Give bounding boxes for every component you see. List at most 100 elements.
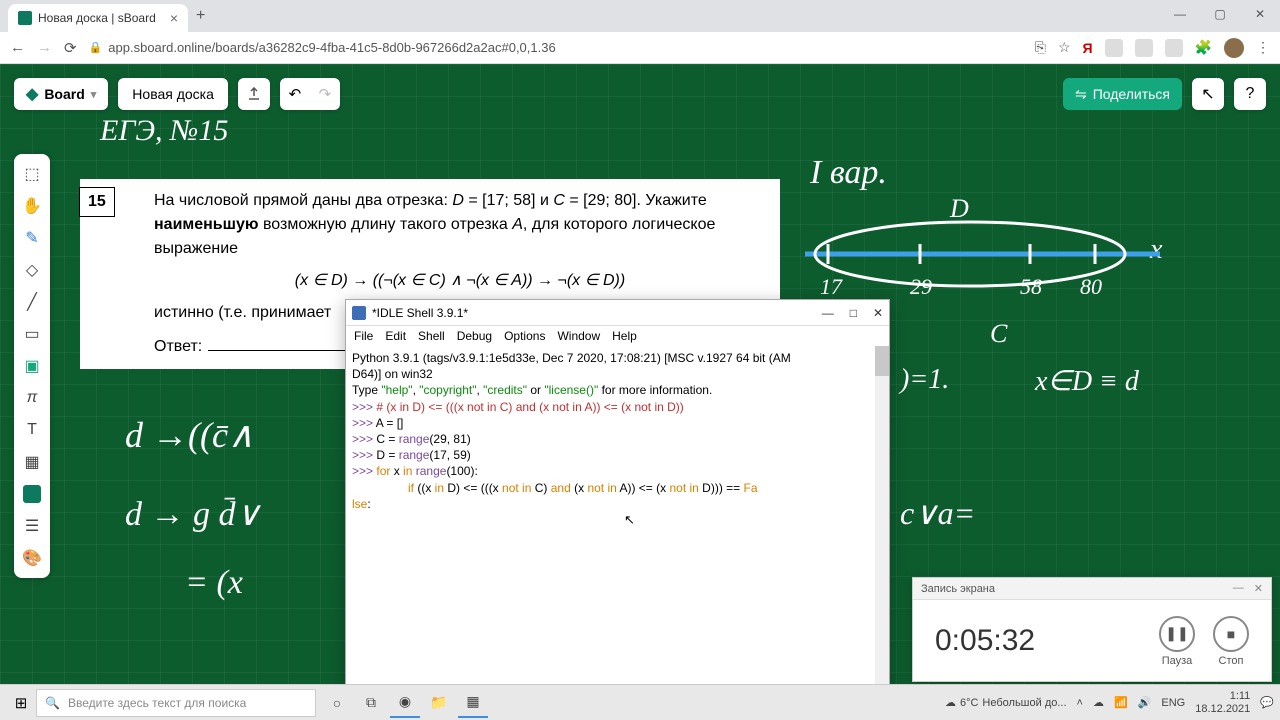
math-tool[interactable]: π [18, 384, 46, 412]
idle-close-icon[interactable]: ✕ [873, 306, 883, 320]
upload-icon [247, 87, 261, 101]
idle-minimize-icon[interactable]: — [822, 306, 834, 320]
l9l: D))) == [699, 481, 744, 495]
stop-button[interactable]: ■ [1213, 616, 1249, 652]
url-text: app.sboard.online/boards/a36282c9-4fba-4… [108, 40, 555, 55]
idle-menubar: File Edit Shell Debug Options Window Hel… [346, 326, 889, 346]
tray-network-icon[interactable]: 📶 [1114, 696, 1128, 709]
new-tab-button[interactable]: + [196, 7, 205, 25]
tab-favicon [18, 11, 32, 25]
share-label: Поделиться [1093, 86, 1170, 102]
upload-button[interactable] [238, 78, 270, 110]
search-icon: 🔍 [45, 696, 60, 710]
url-bar[interactable]: 🔒 app.sboard.online/boards/a36282c9-4fba… [89, 40, 1023, 55]
logo-icon: ◆ [26, 84, 38, 104]
idle-window[interactable]: *IDLE Shell 3.9.1* — □ ✕ File Edit Shell… [345, 299, 890, 694]
idle-maximize-icon[interactable]: □ [850, 306, 857, 320]
idle-output[interactable]: Python 3.9.1 (tags/v3.9.1:1e5d33e, Dec 7… [346, 346, 889, 694]
idle-scrollbar[interactable] [875, 346, 889, 694]
puzzle-icon[interactable]: 🧩 [1195, 39, 1212, 56]
window-minimize-icon[interactable]: — [1160, 0, 1200, 28]
recorder-titlebar[interactable]: Запись экрана — ✕ [913, 578, 1271, 600]
menu-help[interactable]: Help [612, 329, 637, 343]
pause-button[interactable]: ❚❚ [1159, 616, 1195, 652]
app-explorer-icon[interactable]: 📁 [424, 688, 454, 718]
start-button[interactable]: ⊞ [6, 688, 36, 718]
menu-shell[interactable]: Shell [418, 329, 445, 343]
redo-button[interactable]: ↷ [310, 78, 340, 110]
cortana-icon[interactable]: ○ [322, 688, 352, 718]
image-tool[interactable]: ▦ [18, 448, 46, 476]
nav-forward-icon[interactable]: → [37, 39, 52, 56]
color-tool[interactable] [23, 485, 41, 503]
nav-back-icon[interactable]: ← [10, 39, 25, 56]
tray-lang[interactable]: ENG [1161, 697, 1185, 709]
bookmark-icon[interactable]: ☆ [1058, 39, 1071, 56]
app-idle-icon[interactable]: ▦ [458, 688, 488, 718]
tray-clock[interactable]: 1:11 18.12.2021 [1195, 690, 1250, 714]
menu-options[interactable]: Options [504, 329, 545, 343]
share-button[interactable]: ⇋ Поделиться [1063, 78, 1182, 110]
menu-file[interactable]: File [354, 329, 373, 343]
tray-notifications-icon[interactable]: 💬 [1260, 696, 1274, 709]
board-name[interactable]: Новая доска [118, 78, 228, 110]
tab-close-icon[interactable]: × [170, 10, 178, 26]
line-tool[interactable]: ╱ [18, 288, 46, 316]
taskbar-search[interactable]: 🔍 Введите здесь текст для поиска [36, 689, 316, 717]
tray-onedrive-icon[interactable]: ☁ [1093, 696, 1104, 709]
menu-debug[interactable]: Debug [457, 329, 492, 343]
ext-2-icon[interactable] [1135, 39, 1153, 57]
tray-volume-icon[interactable]: 🔊 [1138, 696, 1152, 709]
l3i: for more information. [598, 383, 712, 397]
lines-tool[interactable]: ☰ [18, 512, 46, 540]
hand-tool[interactable]: ✋ [18, 192, 46, 220]
pointer-button[interactable]: ↖ [1192, 78, 1224, 110]
palette-tool[interactable]: 🎨 [18, 544, 46, 572]
l9c: in [435, 481, 444, 495]
undo-button[interactable]: ↶ [280, 78, 310, 110]
hw-line4: c∨a= [900, 494, 975, 532]
translate-icon[interactable]: ⎘ [1035, 39, 1046, 56]
menu-icon[interactable]: ⋮ [1256, 39, 1270, 56]
answer-line [208, 350, 348, 351]
yandex-icon[interactable]: Я [1083, 40, 1093, 56]
ext-3-icon[interactable] [1165, 39, 1183, 57]
idle-titlebar[interactable]: *IDLE Shell 3.9.1* — □ ✕ [346, 300, 889, 326]
select-tool[interactable]: ⬚ [18, 160, 46, 188]
p6: >>> [352, 432, 376, 446]
idle-app-icon [352, 306, 366, 320]
window-maximize-icon[interactable]: ▢ [1200, 0, 1240, 28]
profile-avatar[interactable] [1224, 38, 1244, 58]
menu-window[interactable]: Window [557, 329, 600, 343]
help-button[interactable]: ? [1234, 78, 1266, 110]
weather-desc: Небольшой до... [982, 697, 1066, 709]
nav-reload-icon[interactable]: ⟳ [64, 39, 77, 57]
hw-var: I вар. [810, 154, 887, 192]
pen-tool[interactable]: ✎ [18, 224, 46, 252]
l9i: not in [587, 481, 616, 495]
recorder-title: Запись экрана [921, 583, 995, 595]
weather-widget[interactable]: ☁ 6°C Небольшой до... [945, 696, 1067, 709]
app-chrome-icon[interactable]: ◉ [390, 688, 420, 718]
l9e: not in [502, 481, 531, 495]
l8b: x [390, 464, 403, 478]
screen-recorder[interactable]: Запись экрана —✕ 0:05:32 ❚❚ Пауза ■ Стоп [912, 577, 1272, 682]
menu-edit[interactable]: Edit [385, 329, 406, 343]
stop-label: Стоп [1219, 655, 1244, 667]
app-logo[interactable]: ◆ Board ▾ [14, 78, 108, 110]
browser-tab[interactable]: Новая доска | sBoard × [8, 4, 188, 32]
ext-1-icon[interactable] [1105, 39, 1123, 57]
tray-chevron-icon[interactable]: ˄ [1077, 697, 1083, 709]
text-tool[interactable]: T [18, 416, 46, 444]
recorder-close-icon[interactable]: ✕ [1254, 582, 1263, 595]
l10b: : [367, 497, 370, 511]
book-tool[interactable]: ▣ [18, 352, 46, 380]
recorder-minimize-icon[interactable]: — [1233, 582, 1244, 595]
shape-tool[interactable]: ▭ [18, 320, 46, 348]
taskview-icon[interactable]: ⧉ [356, 688, 386, 718]
window-close-icon[interactable]: ✕ [1240, 0, 1280, 28]
eraser-tool[interactable]: ◇ [18, 256, 46, 284]
hw-line1: d →((c̄∧ [125, 414, 254, 456]
mouse-cursor-icon: ↖ [624, 511, 635, 529]
problem-number: 15 [79, 187, 115, 217]
